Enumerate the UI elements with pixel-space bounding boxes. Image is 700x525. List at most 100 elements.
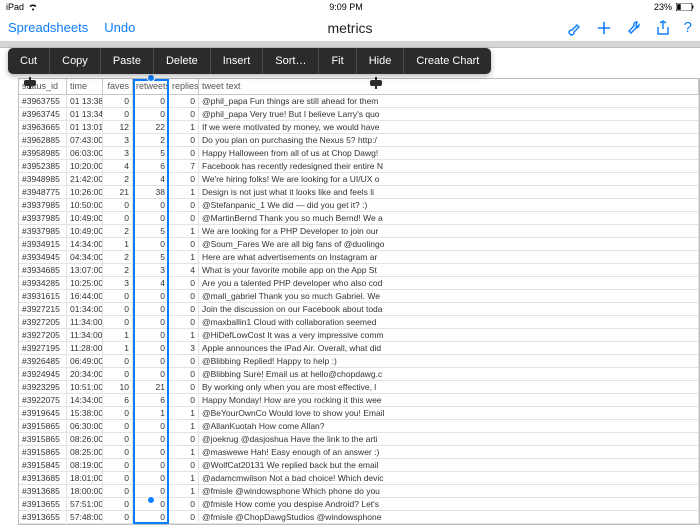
cell[interactable]: 21:42:00: [67, 173, 103, 185]
cell[interactable]: 10: [103, 381, 133, 393]
cell[interactable]: 4: [133, 277, 169, 289]
cell[interactable]: Facebook has recently redesigned their e…: [199, 160, 699, 172]
help-icon[interactable]: ?: [684, 19, 692, 36]
cell[interactable]: 0: [103, 199, 133, 211]
cell[interactable]: 11:28:00: [67, 342, 103, 354]
cell[interactable]: 0: [133, 199, 169, 211]
create-chart-button[interactable]: Create Chart: [404, 48, 491, 74]
cell[interactable]: 11:34:00: [67, 329, 103, 341]
undo-button[interactable]: Undo: [104, 20, 135, 35]
table-row[interactable]: #396288507:43:00320Do you plan on purcha…: [19, 134, 699, 147]
cell[interactable]: 16:44:00: [67, 290, 103, 302]
cell[interactable]: 6: [133, 160, 169, 172]
wrench-icon[interactable]: [626, 20, 642, 36]
cell[interactable]: 0: [133, 433, 169, 445]
cell[interactable]: What is your favorite mobile app on the …: [199, 264, 699, 276]
cell[interactable]: 0: [169, 316, 199, 328]
cell[interactable]: 1: [169, 485, 199, 497]
col-header[interactable]: tweet text: [199, 79, 699, 94]
cell[interactable]: 1: [103, 329, 133, 341]
cell[interactable]: #3919645: [19, 407, 67, 419]
cell[interactable]: 6: [133, 394, 169, 406]
cell[interactable]: 0: [103, 420, 133, 432]
cell[interactable]: 1: [103, 342, 133, 354]
table-row[interactable]: #394898521:42:00240We're hiring folks! W…: [19, 173, 699, 186]
cell[interactable]: @adamcmwilson Not a bad choice! Which de…: [199, 472, 699, 484]
cell[interactable]: 0: [169, 355, 199, 367]
table-row[interactable]: #394877510:26:0021381Design is not just …: [19, 186, 699, 199]
cell[interactable]: 0: [133, 212, 169, 224]
cell[interactable]: 0: [169, 381, 199, 393]
cell[interactable]: 0: [133, 459, 169, 471]
cell[interactable]: 21: [133, 381, 169, 393]
cell[interactable]: 0: [169, 134, 199, 146]
cell[interactable]: 0: [133, 303, 169, 315]
cell[interactable]: 0: [169, 290, 199, 302]
cell[interactable]: If we were motivated by money, we would …: [199, 121, 699, 133]
cell[interactable]: 6: [103, 394, 133, 406]
cell[interactable]: 0: [103, 108, 133, 120]
cell[interactable]: 0: [169, 95, 199, 107]
cell[interactable]: @fmisle @windowsphone Which phone do you: [199, 485, 699, 497]
cell[interactable]: #3913655: [19, 498, 67, 510]
cell[interactable]: 0: [169, 212, 199, 224]
table-row[interactable]: #392329510:51:0010210By working only whe…: [19, 381, 699, 394]
cell[interactable]: 10:26:00: [67, 186, 103, 198]
table-row[interactable]: #391964515:38:00011@BeYourOwnCo Would lo…: [19, 407, 699, 420]
cell[interactable]: 0: [103, 459, 133, 471]
table-row[interactable]: #393161516:44:00000@mall_gabriel Thank y…: [19, 290, 699, 303]
cell[interactable]: 10:25:00: [67, 277, 103, 289]
cell[interactable]: 57:48:00: [67, 511, 103, 523]
sheet-table[interactable]: status_id time faves retweets replies tw…: [18, 78, 700, 525]
cell[interactable]: #3913655: [19, 511, 67, 523]
cell[interactable]: #3934685: [19, 264, 67, 276]
cell[interactable]: 5: [133, 147, 169, 159]
table-row[interactable]: #391586506:30:00001@AllanKuotah How come…: [19, 420, 699, 433]
cell[interactable]: 0: [133, 368, 169, 380]
cell[interactable]: 4: [133, 173, 169, 185]
cell[interactable]: 10:51:00: [67, 381, 103, 393]
cell[interactable]: 01 13:38: [67, 95, 103, 107]
cell[interactable]: #3948985: [19, 173, 67, 185]
cell[interactable]: 5: [133, 251, 169, 263]
cell[interactable]: 1: [169, 121, 199, 133]
table-row[interactable]: #396374501 13:34000@phil_papa Very true!…: [19, 108, 699, 121]
table-row[interactable]: #391368518:00:00001@fmisle @windowsphone…: [19, 485, 699, 498]
table-row[interactable]: #395238510:20:00467Facebook has recently…: [19, 160, 699, 173]
cell[interactable]: 0: [103, 316, 133, 328]
cell[interactable]: 0: [169, 108, 199, 120]
cell[interactable]: 0: [169, 238, 199, 250]
cell[interactable]: 0: [133, 290, 169, 302]
cell[interactable]: 2: [133, 134, 169, 146]
cell[interactable]: #3937985: [19, 225, 67, 237]
table-row[interactable]: #393798510:49:00000@MartinBernd Thank yo…: [19, 212, 699, 225]
table-row[interactable]: #392207514:34:00660Happy Monday! How are…: [19, 394, 699, 407]
cell[interactable]: #3913685: [19, 485, 67, 497]
table-row[interactable]: #393798510:49:00251We are looking for a …: [19, 225, 699, 238]
col-header[interactable]: faves: [103, 79, 133, 94]
cell[interactable]: 07:43:00: [67, 134, 103, 146]
cell[interactable]: 0: [133, 472, 169, 484]
spreadsheet-area[interactable]: status_id time faves retweets replies tw…: [0, 54, 700, 525]
cell[interactable]: #3927205: [19, 329, 67, 341]
selection-handle-left[interactable]: [24, 80, 36, 86]
table-row[interactable]: #393468513:07:00234What is your favorite…: [19, 264, 699, 277]
cell[interactable]: Apple announces the iPad Air. Overall, w…: [199, 342, 699, 354]
cell[interactable]: @maswewe Hah! Easy enough of an answer :…: [199, 446, 699, 458]
cut-button[interactable]: Cut: [8, 48, 50, 74]
cell[interactable]: 0: [103, 472, 133, 484]
cell[interactable]: #3931615: [19, 290, 67, 302]
delete-button[interactable]: Delete: [154, 48, 211, 74]
cell[interactable]: 0: [103, 355, 133, 367]
table-row[interactable]: #392494520:34:00000@Blibbing Sure! Email…: [19, 368, 699, 381]
cell[interactable]: 18:01:00: [67, 472, 103, 484]
cell[interactable]: #3963755: [19, 95, 67, 107]
cell[interactable]: 10:49:00: [67, 225, 103, 237]
cell[interactable]: 0: [133, 446, 169, 458]
table-row[interactable]: #393798510:50:00000@Stefanpanic_1 We did…: [19, 199, 699, 212]
table-row[interactable]: #392719511:28:00103Apple announces the i…: [19, 342, 699, 355]
cell[interactable]: 06:03:00: [67, 147, 103, 159]
copy-button[interactable]: Copy: [50, 48, 101, 74]
col-header[interactable]: time: [67, 79, 103, 94]
back-button[interactable]: Spreadsheets: [8, 20, 88, 35]
